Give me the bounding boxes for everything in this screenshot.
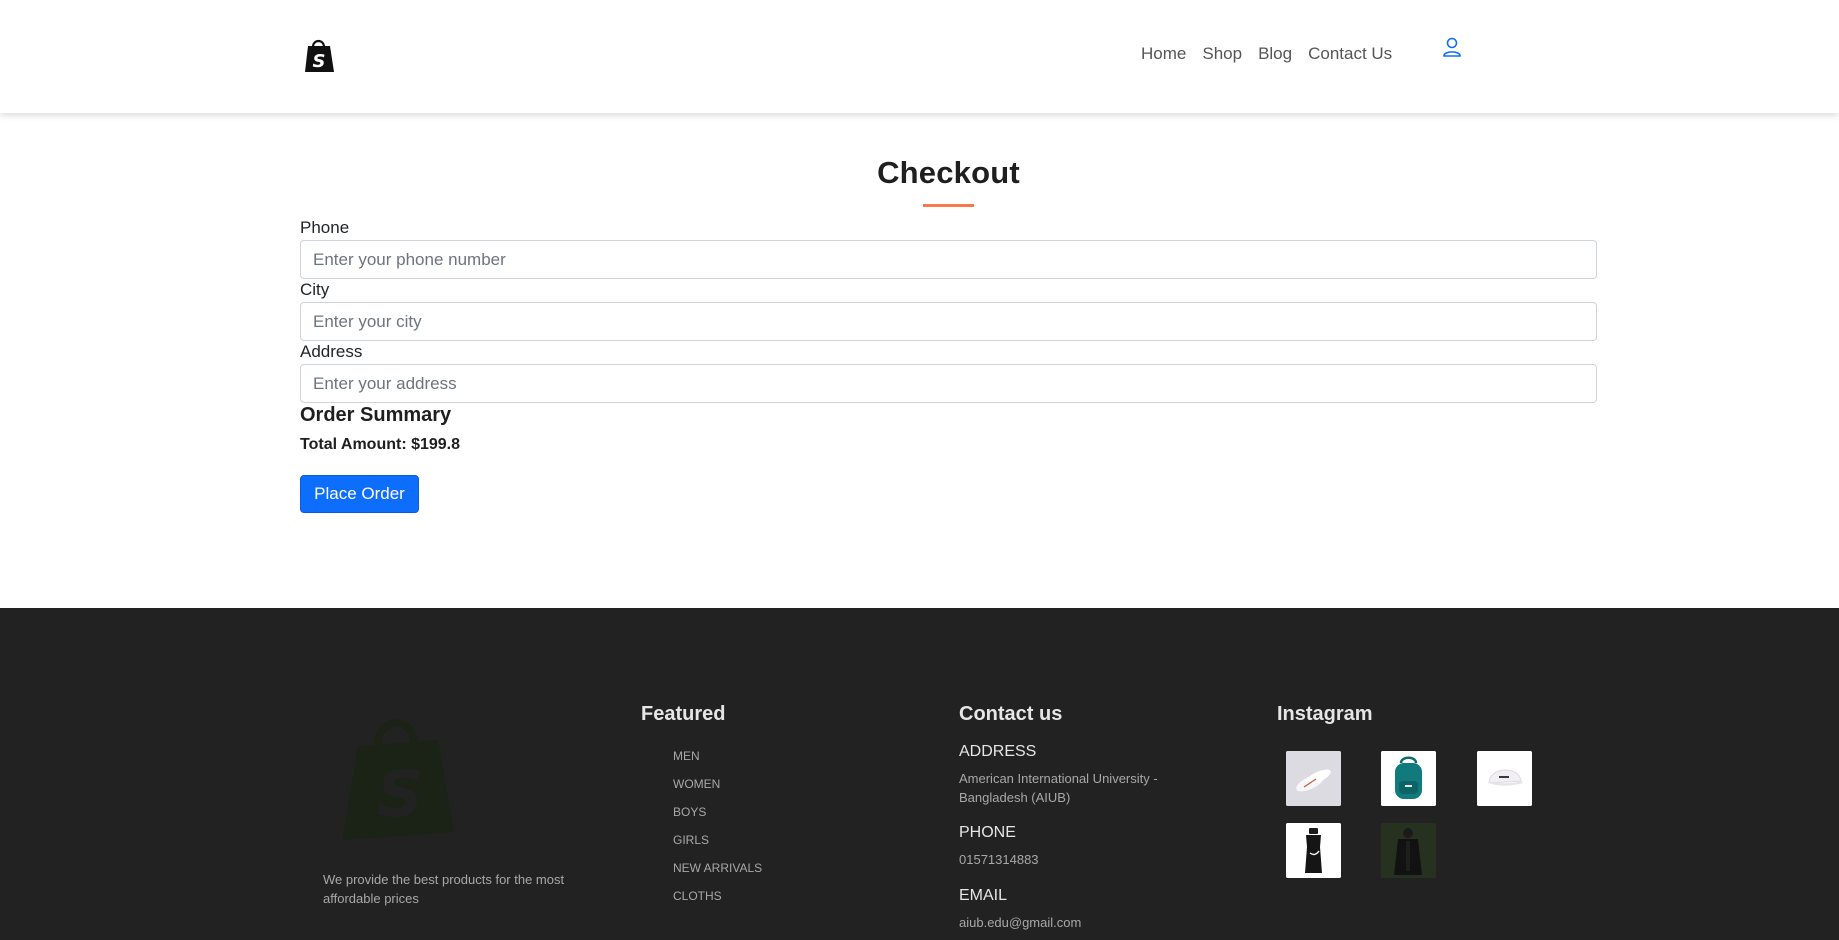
footer-description: We provide the best products for the mos… xyxy=(323,872,565,906)
featured-title: Featured xyxy=(641,703,726,725)
black-jacket-image[interactable] xyxy=(1381,823,1436,878)
phone-label: Phone xyxy=(300,218,350,237)
footer: S We provide the best products for the m… xyxy=(0,608,1839,940)
nav-blog[interactable]: Blog xyxy=(1258,44,1292,64)
city-input[interactable] xyxy=(300,302,1597,341)
order-summary-title: Order Summary xyxy=(300,404,452,426)
nav-contact-us[interactable]: Contact Us xyxy=(1308,44,1392,64)
white-cap-image[interactable] xyxy=(1477,751,1532,806)
address-label: Address xyxy=(300,342,363,361)
footer-logo-icon: S xyxy=(342,719,454,840)
contact-phone: 01571314883 xyxy=(959,852,1039,867)
nav-links: Home Shop Blog Contact Us xyxy=(1141,44,1392,64)
address-input[interactable] xyxy=(300,364,1597,403)
contact-address: American International University - Bang… xyxy=(959,771,1158,805)
featured-list: MEN WOMEN BOYS GIRLS NEW ARRIVALS CLOTHS xyxy=(673,748,762,916)
black-water-bottle-image[interactable] xyxy=(1286,823,1341,878)
featured-item-women[interactable]: WOMEN xyxy=(673,776,762,804)
phone-input[interactable] xyxy=(300,240,1597,279)
teal-backpack-image[interactable] xyxy=(1381,751,1436,806)
navbar: S Home Shop Blog Contact Us xyxy=(0,0,1839,113)
shopify-bag-icon[interactable]: S xyxy=(302,36,336,74)
featured-item-men[interactable]: MEN xyxy=(673,748,762,776)
contact-phone-label: PHONE xyxy=(959,824,1016,841)
nav-home[interactable]: Home xyxy=(1141,44,1186,64)
featured-item-cloths[interactable]: CLOTHS xyxy=(673,888,762,916)
city-label: City xyxy=(300,280,330,299)
user-icon[interactable] xyxy=(1440,35,1464,59)
page-title: Checkout xyxy=(877,155,1020,190)
instagram-title: Instagram xyxy=(1277,703,1373,725)
contact-email-label: EMAIL xyxy=(959,887,1008,904)
nav-shop[interactable]: Shop xyxy=(1202,44,1242,64)
featured-item-boys[interactable]: BOYS xyxy=(673,804,762,832)
svg-text:S: S xyxy=(313,51,326,72)
contact-title: Contact us xyxy=(959,703,1063,725)
contact-address-label: ADDRESS xyxy=(959,743,1037,760)
total-amount: Total Amount: $199.8 xyxy=(300,436,461,453)
white-sneakers-image[interactable] xyxy=(1286,751,1341,806)
featured-item-girls[interactable]: GIRLS xyxy=(673,832,762,860)
place-order-button[interactable]: Place Order xyxy=(300,475,419,513)
svg-text:S: S xyxy=(377,758,423,832)
contact-email: aiub.edu@gmail.com xyxy=(959,915,1082,930)
featured-item-new-arrivals[interactable]: NEW ARRIVALS xyxy=(673,860,762,888)
title-underline xyxy=(923,204,974,207)
